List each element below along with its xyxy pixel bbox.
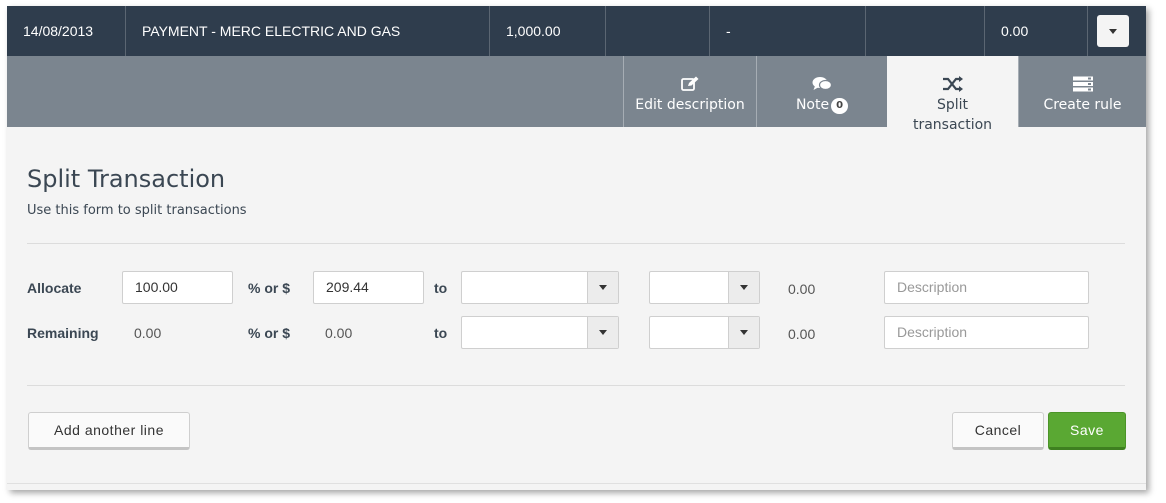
row-menu-button[interactable] xyxy=(1097,15,1129,47)
tab-note[interactable]: Note 0 xyxy=(756,56,887,127)
allocate-label: Allocate xyxy=(27,280,82,296)
transaction-col-6 xyxy=(866,6,985,56)
cancel-button[interactable]: Cancel xyxy=(952,412,1044,450)
transaction-row[interactable]: 14/08/2013 PAYMENT - MERC ELECTRIC AND G… xyxy=(7,6,1146,56)
tab-create-rule-label: Create rule xyxy=(1043,97,1122,113)
allocate-account-dropdown-button[interactable] xyxy=(587,272,618,303)
divider-bottom xyxy=(27,385,1125,386)
transaction-balance: 0.00 xyxy=(985,6,1088,56)
divider-top xyxy=(27,243,1125,244)
transaction-date: 14/08/2013 xyxy=(7,6,126,56)
tab-split-transaction[interactable]: Split transaction xyxy=(887,56,1018,133)
page-title: Split Transaction xyxy=(27,165,226,193)
caret-down-icon xyxy=(740,285,748,290)
remaining-percent-value: 0.00 xyxy=(134,325,162,341)
remaining-dollar-value: 0.00 xyxy=(325,325,353,341)
tab-edit-description-label: Edit description xyxy=(635,97,745,113)
tab-split-label-line1: Split xyxy=(936,97,969,113)
remaining-tax-select[interactable] xyxy=(649,316,760,349)
caret-down-icon xyxy=(1109,28,1117,34)
page-subtitle: Use this form to split transactions xyxy=(27,203,247,218)
remaining-tax-dropdown-button[interactable] xyxy=(728,317,759,348)
tab-split-label-line2: transaction xyxy=(912,117,993,133)
shuffle-icon xyxy=(887,76,1018,92)
allocate-percent-input[interactable]: 100.00 xyxy=(122,271,233,304)
allocate-tax-dropdown-button[interactable] xyxy=(728,272,759,303)
transaction-col-5: - xyxy=(710,6,866,56)
allocate-dollar-input[interactable]: 209.44 xyxy=(313,271,424,304)
rule-list-icon xyxy=(1019,76,1146,92)
remaining-description-input[interactable]: Description xyxy=(884,316,1089,349)
caret-down-icon xyxy=(740,330,748,335)
transaction-description: PAYMENT - MERC ELECTRIC AND GAS xyxy=(126,6,490,56)
allocate-account-select[interactable] xyxy=(461,271,619,304)
caret-down-icon xyxy=(599,285,607,290)
remaining-percent-or-dollar-label: % or $ xyxy=(248,325,291,341)
edit-icon xyxy=(624,76,756,92)
tab-note-label: Note xyxy=(795,97,830,113)
add-another-line-button[interactable]: Add another line xyxy=(28,412,190,450)
allocate-description-input[interactable]: Description xyxy=(884,271,1089,304)
note-count-badge: 0 xyxy=(831,98,849,114)
action-tab-bar: Edit description Note 0 Split transactio… xyxy=(7,56,1146,133)
tab-create-rule[interactable]: Create rule xyxy=(1018,56,1146,127)
allocate-to-label: to xyxy=(434,280,448,296)
transaction-amount: 1,000.00 xyxy=(490,6,606,56)
transaction-panel: 14/08/2013 PAYMENT - MERC ELECTRIC AND G… xyxy=(7,6,1146,490)
comments-icon xyxy=(757,76,887,92)
remaining-account-select[interactable] xyxy=(461,316,619,349)
remaining-account-dropdown-button[interactable] xyxy=(587,317,618,348)
next-row-edge xyxy=(7,483,1146,490)
allocate-amount: 0.00 xyxy=(788,281,816,297)
remaining-amount: 0.00 xyxy=(788,326,816,342)
allocate-tax-select[interactable] xyxy=(649,271,760,304)
remaining-to-label: to xyxy=(434,325,448,341)
allocate-percent-or-dollar-label: % or $ xyxy=(248,280,291,296)
remaining-label: Remaining xyxy=(27,325,99,341)
save-button[interactable]: Save xyxy=(1048,412,1126,450)
transaction-col-4 xyxy=(606,6,710,56)
tab-edit-description[interactable]: Edit description xyxy=(623,56,756,127)
caret-down-icon xyxy=(599,330,607,335)
